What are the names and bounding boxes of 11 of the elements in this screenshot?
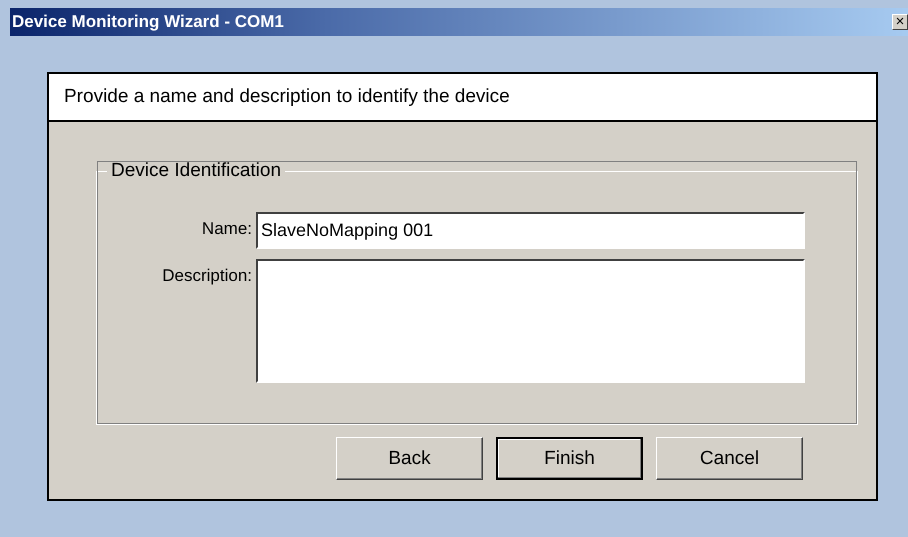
field-label: Name:: [200, 218, 252, 239]
close-button[interactable]: ×: [892, 14, 908, 30]
field-label: Description:: [161, 265, 252, 286]
window-title: Device Monitoring Wizard - COM1: [11, 12, 284, 32]
name-field[interactable]: SlaveNoMapping 001: [256, 212, 805, 249]
dialog-button[interactable]: Finish: [496, 437, 643, 480]
group-title: Device Identification: [110, 160, 282, 182]
dialog-button[interactable]: Cancel: [656, 437, 803, 480]
dialog-button[interactable]: Back: [336, 437, 483, 480]
wizard-instruction: Provide a name and description to identify the device: [49, 74, 876, 122]
description-field[interactable]: [256, 259, 805, 383]
